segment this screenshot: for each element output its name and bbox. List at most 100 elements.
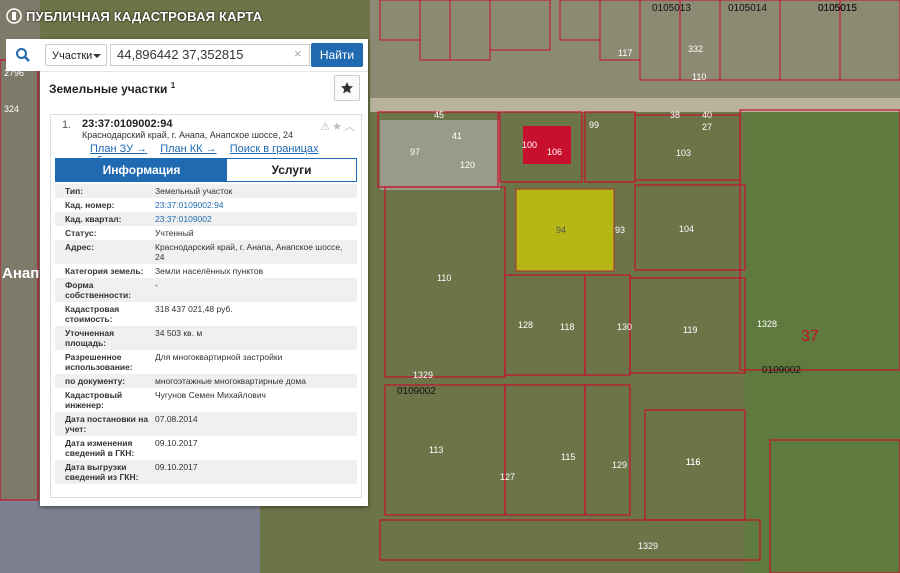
property-key: Кад. квартал:: [65, 214, 122, 224]
property-value: Земельный участок: [155, 186, 233, 196]
property-value: -: [155, 280, 158, 290]
map-label: 117: [618, 48, 633, 58]
map-label: 1328: [757, 319, 778, 329]
search-type-select[interactable]: Участки: [45, 44, 107, 66]
tabs: Информация Услуги: [55, 158, 357, 182]
property-value: Учтенный: [155, 228, 194, 238]
chevron-up-icon[interactable]: ︿: [344, 121, 357, 133]
property-key: Дата выгрузки сведений из ГКН:: [65, 462, 139, 482]
plan-zu-link[interactable]: План ЗУ →: [90, 143, 147, 155]
map-label: 104: [679, 224, 695, 234]
property-row: Форма собственности: -: [55, 278, 357, 302]
property-key: Категория земель:: [65, 266, 144, 276]
property-row: по документу: многоэтажные многоквартирны…: [55, 374, 357, 388]
property-row: Уточненная площадь: 34 503 кв. м: [55, 326, 357, 350]
property-key: Адрес:: [65, 242, 94, 252]
property-row: Дата постановки на учет: 07.08.2014: [55, 412, 357, 436]
search-type-label: Участки: [52, 50, 93, 62]
properties-table: Тип: Земельный участок Кад. номер: 23:37:0…: [55, 184, 357, 484]
property-row: Кадастровый инженер: Чугунов Семен Михайл…: [55, 388, 357, 412]
map-label: 129: [612, 460, 628, 470]
map-label: 94: [556, 225, 567, 235]
map-label: 116: [686, 457, 701, 467]
search-icon[interactable]: [6, 39, 40, 71]
result-number: 1.: [62, 119, 72, 131]
section-header: Земельные участки 1: [40, 71, 368, 105]
property-value: Краснодарский край, г. Анапа, Анапское ш…: [155, 242, 343, 262]
rosreestr-logo-icon: [6, 8, 22, 24]
map-label: 324: [4, 104, 20, 114]
property-row: Дата изменения сведений в ГКН: 09.10.2017: [55, 436, 357, 460]
search-input[interactable]: 44,896442 37,352815: [110, 44, 310, 66]
section-title: Земельные участки 1: [49, 81, 175, 96]
map-label: 41: [452, 131, 463, 141]
map-label: 120: [460, 160, 476, 170]
map-label: 118: [560, 322, 575, 332]
property-key: по документу:: [65, 376, 126, 386]
property-value: 09.10.2017: [155, 438, 198, 448]
map-label: 93: [615, 225, 626, 235]
property-value: 07.08.2014: [155, 414, 198, 424]
property-value[interactable]: 23:37:0109002: [155, 214, 357, 224]
favorite-button[interactable]: [334, 75, 360, 101]
card-actions[interactable]: ⚠★︿: [320, 118, 357, 134]
property-key: Дата изменения сведений в ГКН:: [65, 438, 135, 458]
tab-services[interactable]: Услуги: [227, 159, 356, 181]
property-row: Статус: Учтенный: [55, 226, 357, 240]
tab-info[interactable]: Информация: [56, 159, 227, 181]
property-value: 09.10.2017: [155, 462, 198, 472]
chevron-down-icon: [93, 54, 101, 58]
property-row: Кад. квартал: 23:37:0109002: [55, 212, 357, 226]
warning-icon[interactable]: ⚠: [320, 121, 332, 133]
property-value: 318 437 021,48 руб.: [155, 304, 233, 314]
property-key: Дата постановки на учет:: [65, 414, 149, 434]
property-key: Кадастровая стоимость:: [65, 304, 120, 324]
app-title: ПУБЛИЧНАЯ КАДАСТРОВАЯ КАРТА: [26, 9, 263, 24]
map-label: 40: [702, 110, 713, 120]
clear-search-icon[interactable]: ×: [294, 46, 302, 61]
property-row: Кад. номер: 23:37:0109002:94: [55, 198, 357, 212]
map-label: 45: [434, 110, 445, 120]
property-key: Уточненная площадь:: [65, 328, 115, 348]
plan-kk-link[interactable]: План КК →: [160, 143, 216, 155]
property-key: Кадастровый инженер:: [65, 390, 123, 410]
map-label: 332: [688, 44, 704, 54]
map-label: 115: [561, 452, 576, 462]
property-row: Разрешенное использование: Для многокварт…: [55, 350, 357, 374]
property-row: Дата выгрузки сведений из ГКН: 09.10.2017: [55, 460, 357, 484]
map-label: 106: [547, 147, 563, 157]
find-button[interactable]: Найти: [311, 43, 363, 67]
result-count: 1: [170, 81, 176, 90]
property-key: Тип:: [65, 186, 84, 196]
map-label: 99: [589, 120, 600, 130]
app-header: ПУБЛИЧНАЯ КАДАСТРОВАЯ КАРТА: [0, 0, 900, 34]
map-label: 113: [429, 445, 444, 455]
result-address: Краснодарский край, г. Анапа, Анапское ш…: [82, 130, 293, 140]
info-panel: Участки 44,896442 37,352815 × Найти Земе…: [6, 39, 368, 506]
property-value: Земли населённых пунктов: [155, 266, 264, 276]
property-key: Статус:: [65, 228, 97, 238]
map-label: 1329: [638, 541, 659, 551]
map-label: 103: [676, 148, 692, 158]
star-icon[interactable]: ★: [332, 121, 344, 133]
map-label: 100: [522, 140, 538, 150]
map-label: Анап: [2, 265, 40, 282]
map-label: 1329: [413, 370, 434, 380]
property-row: Кадастровая стоимость: 318 437 021,48 руб…: [55, 302, 357, 326]
property-value: Чугунов Семен Михайлович: [155, 390, 266, 400]
result-card[interactable]: 1. 23:37:0109002:94 Краснодарский край, …: [50, 114, 362, 498]
property-value: многоэтажные многоквартирные дома: [155, 376, 306, 386]
map-label: 0109002: [762, 365, 801, 376]
map-label: 27: [702, 122, 713, 132]
search-bar: Участки 44,896442 37,352815 × Найти: [6, 39, 368, 72]
map-label: 37: [801, 328, 819, 345]
property-value[interactable]: 23:37:0109002:94: [155, 200, 357, 210]
map-label: 0109002: [397, 386, 436, 397]
property-value: 34 503 кв. м: [155, 328, 203, 338]
map-label: 110: [692, 72, 707, 82]
map-label: 119: [683, 325, 698, 335]
property-key: Разрешенное использование:: [65, 352, 133, 372]
property-key: Кад. номер:: [65, 200, 115, 210]
map-label: 127: [500, 472, 516, 482]
map-label: 110: [437, 273, 452, 283]
